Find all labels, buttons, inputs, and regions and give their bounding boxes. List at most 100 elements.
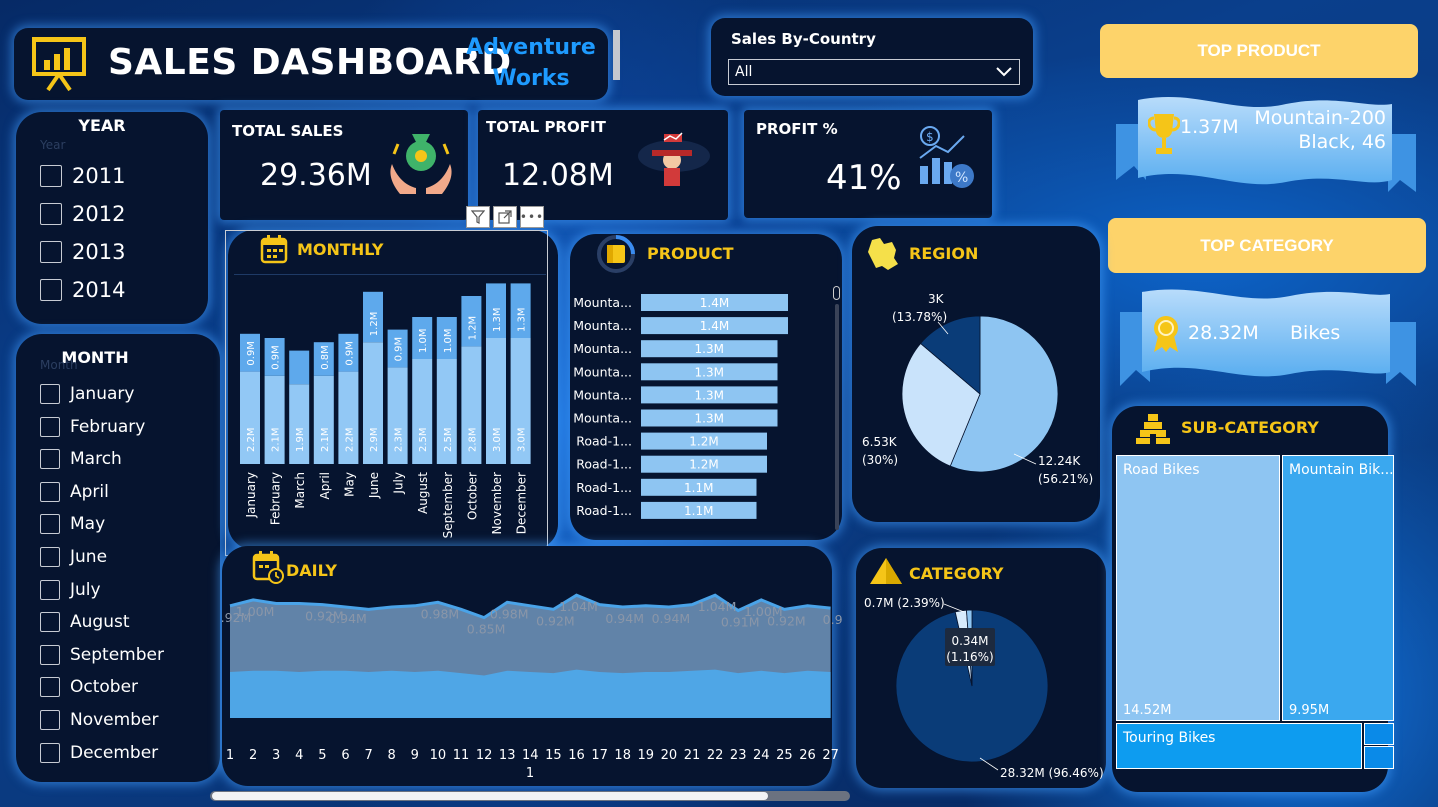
product-axis-label: Road-1... [576,457,632,472]
monthly-axis-label: November [490,472,504,534]
product-data-label: 1.3M [695,342,724,356]
monthly-axis-label: December [515,472,529,534]
month-checkbox[interactable] [40,612,60,633]
pyramid-icon [868,556,904,590]
top-product-button[interactable]: TOP PRODUCT [1100,24,1418,78]
treemap-tile-value: 9.95M [1289,703,1330,718]
month-option-label: May [70,514,106,535]
month-checkbox[interactable] [40,742,60,763]
month-checkbox[interactable] [40,481,60,502]
top-product-name: Mountain-200 Black, 46 [1246,106,1386,154]
treemap-tile-value: 14.52M [1123,703,1172,718]
month-option-label: February [70,416,146,437]
product-axis-label: Mounta... [573,295,632,310]
month-option-label: April [70,481,109,502]
year-checkbox[interactable] [40,203,62,225]
daily-data-label: 0.94M [605,611,644,626]
monthly-axis-label: June [367,472,381,499]
product-axis-label: Mounta... [573,341,632,356]
month-option-label: August [70,612,130,633]
daily-scrollbar-thumb[interactable] [212,792,768,800]
product-axis-label: Mounta... [573,411,632,426]
month-checkbox[interactable] [40,514,60,535]
monthly-data-label: 1.3M [517,307,528,332]
monthly-data-label: 0.9M [344,341,355,366]
month-checkbox[interactable] [40,644,60,665]
year-checkbox[interactable] [40,165,62,187]
daily-data-label: 0.98M [421,606,460,621]
month-option[interactable]: March [40,449,122,470]
month-option[interactable]: January [40,384,134,404]
monthly-data-label: 3.0M [492,427,503,452]
daily-axis-label: 17 [591,748,608,763]
award-medal-icon [1150,314,1182,358]
month-option[interactable]: July [40,579,101,600]
region-data-label: (13.78%) [892,310,947,324]
subcategory-title: SUB-CATEGORY [1181,418,1319,437]
month-option[interactable]: May [40,514,106,535]
treemap-small-tile[interactable] [1364,723,1394,745]
treemap-tile[interactable]: Road Bikes 14.52M [1116,455,1280,721]
more-options-icon[interactable]: ••• [520,206,544,228]
year-option[interactable]: 2012 [40,202,125,226]
daily-axis-label: 24 [753,748,770,763]
daily-axis-label: 13 [499,748,516,763]
year-checkbox[interactable] [40,241,62,263]
filter-icon[interactable] [466,206,490,228]
year-option[interactable]: 2013 [40,240,125,264]
treemap-small-tile[interactable] [1364,746,1394,769]
year-option[interactable]: 2014 [40,278,125,302]
month-checkbox[interactable] [40,449,60,470]
treemap-tile[interactable]: Touring Bikes [1116,723,1362,769]
svg-text:$: $ [926,130,934,144]
year-option-label: 2012 [72,202,126,226]
month-option[interactable]: April [40,481,109,502]
top-category-button[interactable]: TOP CATEGORY [1108,218,1426,273]
daily-axis-label: 3 [272,748,280,763]
region-data-label: 6.53K [862,435,898,449]
product-axis-label: Mounta... [573,318,632,333]
month-option[interactable]: September [40,644,164,665]
month-checkbox[interactable] [40,677,60,698]
daily-axis-label: 11 [453,748,470,763]
month-option[interactable]: February [40,416,146,437]
month-option[interactable]: August [40,612,130,633]
month-option[interactable]: November [40,710,158,730]
product-circle-icon [596,234,636,278]
treemap-tile[interactable]: Mountain Bik... 9.95M [1282,455,1394,721]
daily-horizontal-scrollbar[interactable] [210,791,850,801]
product-scrollbar-thumb[interactable] [833,286,840,300]
category-data-label: 0.7M (2.39%) [864,596,945,610]
monthly-data-label: 1.2M [467,316,478,341]
month-option[interactable]: December [40,742,158,763]
month-option-label: November [70,710,159,730]
month-checkbox[interactable] [40,547,60,567]
product-scrollbar-track[interactable] [835,304,839,530]
month-checkbox[interactable] [40,416,60,437]
category-data-label: 28.32M (96.46%) [1000,766,1104,780]
region-pie-chart: 12.24K (56.21%) 6.53K (30%) 3K (13.78%) [862,292,1093,486]
daily-axis-label: 25 [776,748,793,763]
country-dropdown[interactable]: All [728,59,1020,85]
month-checkbox[interactable] [40,384,60,404]
daily-data-label: 1.04M [559,599,598,614]
year-option[interactable]: 2011 [40,164,125,188]
monthly-axis-label: February [269,472,283,525]
month-option[interactable]: June [40,547,107,567]
daily-axis-label: 23 [730,748,747,763]
month-checkbox[interactable] [40,579,60,600]
daily-axis-label: 20 [661,748,678,763]
product-data-label: 1.2M [689,435,718,449]
monthly-data-label: 1.2M [369,312,380,337]
temple-icon [1134,410,1172,450]
focus-mode-icon[interactable] [493,206,517,228]
monthly-data-label: 2.1M [271,427,282,452]
top-product-value: 1.37M [1180,116,1239,138]
monthly-axis-label: January [244,472,258,519]
month-checkbox[interactable] [40,710,60,730]
year-checkbox[interactable] [40,279,62,301]
product-data-label: 1.4M [700,319,729,333]
month-option[interactable]: October [40,677,138,698]
top-product-name-line-2: Black, 46 [1298,131,1386,153]
product-axis-label: Road-1... [576,503,632,518]
